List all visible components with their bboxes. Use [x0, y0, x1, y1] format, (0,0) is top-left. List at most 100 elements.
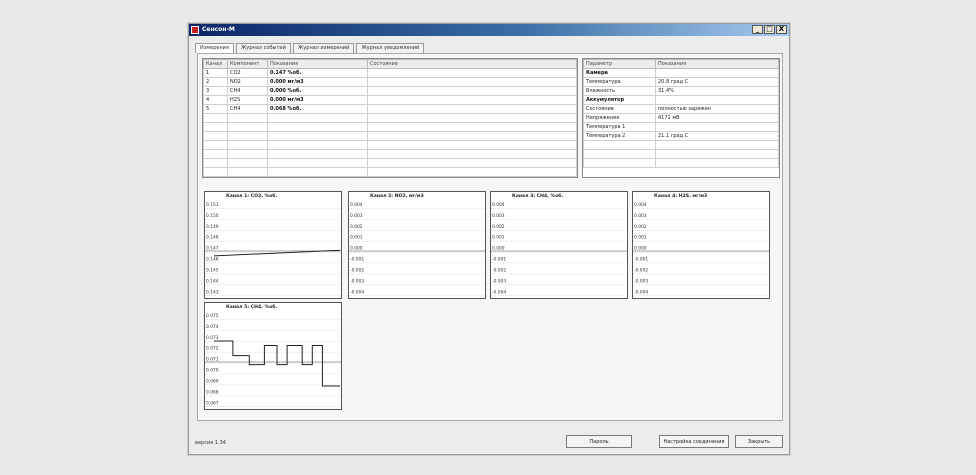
table-row[interactable]: 5 CH4 0.068 %об.: [203, 104, 577, 114]
version-label: версия 1.34: [195, 440, 226, 446]
y-tick-label: 0.001: [634, 235, 647, 241]
y-tick-label: 0.151: [206, 202, 219, 208]
y-tick-label: 0.003: [350, 213, 363, 219]
y-tick-label: -0.002: [634, 267, 648, 273]
y-tick-label: 0.070: [206, 368, 219, 374]
cell-reading: 0.068 %об.: [267, 104, 368, 114]
col-channel[interactable]: Канал: [203, 59, 228, 69]
table-row-empty: [583, 149, 779, 159]
param-name: Температура: [583, 77, 656, 87]
chart-title: Канал 3: CH4, %об.: [512, 192, 563, 199]
param-name: Температура 1: [583, 122, 656, 132]
table-row[interactable]: Влажность 31.4%: [583, 86, 779, 96]
table-row[interactable]: 4 H2S 0.000 мг/м3: [203, 95, 577, 105]
y-tick-label: 0.002: [634, 224, 647, 230]
minimize-button[interactable]: _: [752, 25, 763, 34]
cell-channel: 4: [203, 95, 228, 105]
table-row-empty: [203, 167, 577, 177]
table-row-empty: [203, 131, 577, 141]
close-button[interactable]: Закрыть: [735, 435, 783, 448]
y-tick-label: 0.003: [634, 213, 647, 219]
param-value: [655, 122, 779, 132]
chart-channel-4: Канал 4: H2S, мг/м3 0.004 0.003 0.002 0.001 0…: [632, 191, 770, 299]
col-component[interactable]: Компонент: [227, 59, 268, 69]
y-tick-label: 0.002: [350, 224, 363, 230]
connection-settings-button[interactable]: Настройка соединения: [659, 435, 729, 448]
tab-notification-log[interactable]: Журнал уведомлений: [356, 43, 425, 53]
cell-component: CH4: [227, 104, 268, 114]
table-row-empty: [203, 122, 577, 132]
cell-reading: 0.000 мг/м3: [267, 95, 368, 105]
chart-frame: [204, 302, 342, 410]
chart-svg: Канал 1: CO2, %об. 0.151 0.150 0.149 0.148 0.…: [204, 191, 342, 299]
cell-component: NO2: [227, 77, 268, 87]
y-tick-label: 0.150: [206, 213, 219, 219]
chart-svg: Канал 5: CH4, %об. 0.075 0.074 0.073 0.072 0.…: [204, 302, 342, 410]
param-value: 31.4%: [655, 86, 779, 96]
y-tick-label: 0.068: [206, 389, 219, 395]
y-tick-label: -0.004: [350, 289, 364, 295]
table-row-empty: [203, 113, 577, 123]
y-tick-label: 0.004: [634, 202, 647, 208]
table-row[interactable]: 2 NO2 0.000 мг/м3: [203, 77, 577, 87]
app-icon: [191, 26, 199, 34]
chart-svg: Канал 4: H2S, мг/м30.0040.0030.0020.0010…: [632, 191, 770, 299]
table-row[interactable]: Камера: [583, 68, 779, 78]
close-window-button[interactable]: X: [776, 25, 787, 34]
parameters-table: Параметр Показания Камера Температура 20…: [582, 58, 780, 178]
table-row[interactable]: 3 CH4 0.000 %об.: [203, 86, 577, 96]
y-tick-label: 0.001: [492, 235, 505, 241]
cell-state: [367, 95, 577, 105]
y-tick-label: -0.004: [634, 289, 648, 295]
chart-channel-5: Канал 5: CH4, %об. 0.075 0.074 0.073 0.072 0.…: [204, 302, 342, 410]
table-row[interactable]: Температура 1: [583, 122, 779, 132]
measurements-table: Канал Компонент Показания Состояние 1 CO…: [202, 58, 578, 178]
param-value: [655, 68, 779, 78]
col-parameter[interactable]: Параметр: [583, 59, 656, 69]
table-row[interactable]: Напряжение 4171 мВ: [583, 113, 779, 123]
table-row-empty: [203, 140, 577, 150]
tab-measurement-log[interactable]: Журнал измерений: [292, 43, 355, 53]
y-tick-label: 0.001: [350, 235, 363, 241]
cell-state: [367, 104, 577, 114]
maximize-button[interactable]: □: [764, 25, 775, 34]
parameters-header-row: Параметр Показания: [583, 59, 779, 69]
y-tick-label: 0.004: [492, 202, 505, 208]
measurements-header-row: Канал Компонент Показания Состояние: [203, 59, 577, 69]
table-row[interactable]: Состояние полностью заряжен: [583, 104, 779, 114]
chart-title: Канал 2: NO2, мг/м3: [370, 193, 424, 199]
col-value[interactable]: Показания: [655, 59, 779, 69]
title-bar[interactable]: Сенсон-М _ □ X: [189, 24, 789, 36]
y-tick-label: 0.072: [206, 346, 219, 352]
table-row[interactable]: 1 CO2 0.147 %об.: [203, 68, 577, 78]
cell-reading: 0.147 %об.: [267, 68, 368, 78]
table-row-empty: [203, 149, 577, 159]
y-tick-label: -0.001: [634, 257, 648, 263]
table-row[interactable]: Температура 20.8 град С: [583, 77, 779, 87]
table-row[interactable]: Температура 2 21.1 град С: [583, 131, 779, 141]
chart-channel-2: Канал 2: NO2, мг/м3 0.004 0.003 0.002 0.001 0…: [348, 191, 486, 299]
y-tick-label: -0.004: [492, 289, 506, 295]
chart-frame: [490, 191, 628, 299]
cell-channel: 2: [203, 77, 228, 87]
param-value: 4171 мВ: [655, 113, 779, 123]
y-tick-label: -0.003: [634, 278, 648, 284]
table-row-empty: [583, 140, 779, 150]
measurements-panel: Канал Компонент Показания Состояние 1 CO…: [197, 53, 783, 421]
cell-component: H2S: [227, 95, 268, 105]
y-tick-label: 0.075: [206, 313, 219, 319]
param-name: Аккумулятор: [583, 95, 656, 105]
param-value: [655, 95, 779, 105]
y-tick-label: 0.149: [206, 224, 219, 230]
tab-measurements[interactable]: Измерения: [195, 43, 235, 53]
table-row[interactable]: Аккумулятор: [583, 95, 779, 105]
chart-title: Канал 5: CH4, %об.: [226, 303, 277, 310]
col-state[interactable]: Состояние: [367, 59, 577, 69]
tab-event-log[interactable]: Журнал событий: [236, 43, 291, 53]
param-name: Температура 2: [583, 131, 656, 141]
chart-frame: [348, 191, 486, 299]
y-tick-label: 0.003: [492, 213, 505, 219]
col-reading[interactable]: Показания: [267, 59, 368, 69]
y-tick-label: 0.069: [206, 378, 219, 384]
password-button[interactable]: Пароль: [566, 435, 632, 448]
